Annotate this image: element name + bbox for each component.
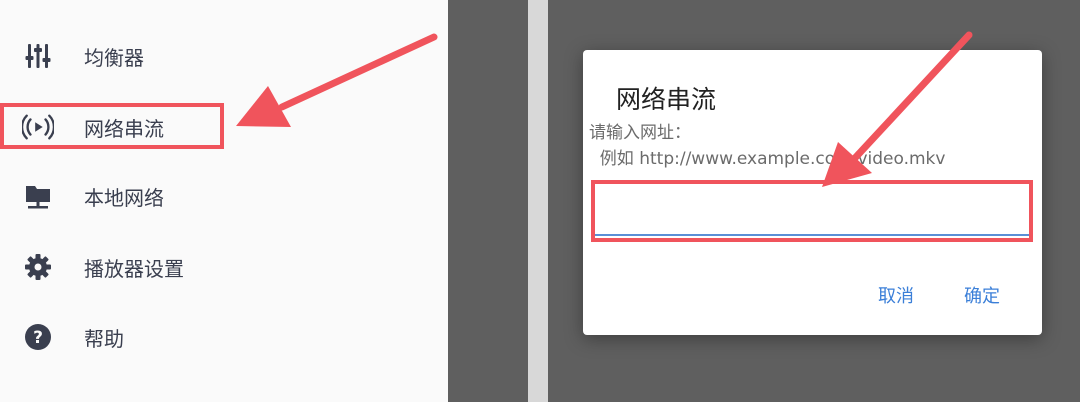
dialog-message: 请输入网址： 例如 http://www.example.com/video.m…	[589, 120, 945, 172]
navigation-drawer: 均衡器 网络串流 本地网络 播放器设置 ? 帮助	[0, 0, 448, 402]
svg-text:?: ?	[33, 328, 43, 348]
sidebar-item-help[interactable]: ? 帮助	[0, 309, 448, 365]
highlight-box-network-stream	[0, 103, 224, 149]
gear-icon	[22, 251, 54, 283]
sidebar-item-label: 帮助	[84, 326, 124, 351]
dialog-message-line1: 请输入网址：	[589, 123, 691, 143]
sidebar-item-equalizer[interactable]: 均衡器	[0, 28, 448, 84]
sidebar-item-local-network[interactable]: 本地网络	[0, 168, 448, 224]
folder-network-icon	[22, 180, 54, 212]
dialog-message-line2: 例如 http://www.example.com/video.mkv	[589, 149, 946, 169]
ok-button[interactable]: 确定	[964, 282, 1000, 308]
sidebar-item-label: 本地网络	[84, 185, 164, 210]
sidebar-item-player-settings[interactable]: 播放器设置	[0, 239, 448, 295]
sidebar-item-label: 均衡器	[84, 45, 144, 70]
highlight-box-url-input	[591, 180, 1033, 242]
content-divider	[528, 0, 548, 402]
help-icon: ?	[22, 321, 54, 353]
dialog-title: 网络串流	[616, 85, 717, 114]
equalizer-icon	[22, 40, 54, 72]
network-stream-dialog: 网络串流 请输入网址： 例如 http://www.example.com/vi…	[583, 50, 1042, 335]
sidebar-item-label: 播放器设置	[84, 256, 184, 281]
cancel-button[interactable]: 取消	[878, 282, 914, 308]
